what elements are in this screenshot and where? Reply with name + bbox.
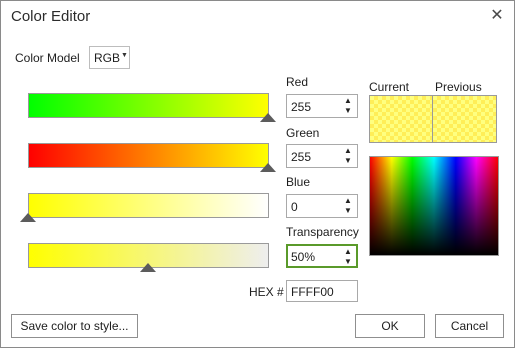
- green-slider-thumb[interactable]: [260, 163, 276, 172]
- decrement-icon[interactable]: ▼: [343, 156, 353, 165]
- green-value: 255: [291, 150, 312, 164]
- blue-slider-thumb[interactable]: [20, 213, 36, 222]
- transparency-slider-thumb[interactable]: [140, 263, 156, 272]
- blue-value: 0: [291, 200, 298, 214]
- decrement-icon[interactable]: ▼: [343, 106, 353, 115]
- hex-label: HEX #: [249, 285, 284, 299]
- previous-color-swatch[interactable]: [433, 95, 497, 143]
- increment-icon[interactable]: ▲: [343, 146, 353, 155]
- color-model-value: RGB: [94, 51, 121, 65]
- green-spinbox[interactable]: 255 ▲ ▼: [286, 144, 358, 168]
- red-slider-thumb[interactable]: [260, 113, 276, 122]
- red-value: 255: [291, 100, 312, 114]
- chevron-down-icon: ▼: [121, 52, 128, 59]
- decrement-icon[interactable]: ▼: [343, 257, 353, 266]
- color-model-dropdown[interactable]: RGB ▼: [89, 46, 130, 69]
- ok-button[interactable]: OK: [355, 314, 425, 338]
- green-label: Green: [286, 126, 320, 140]
- red-slider[interactable]: [28, 93, 269, 118]
- current-color-swatch: [369, 95, 433, 143]
- color-spectrum-picker[interactable]: [369, 156, 499, 256]
- dialog-title: Color Editor: [11, 8, 91, 25]
- increment-icon[interactable]: ▲: [343, 196, 353, 205]
- green-slider[interactable]: [28, 143, 269, 168]
- transparency-value: 50%: [291, 250, 316, 264]
- color-model-label: Color Model: [15, 51, 80, 65]
- previous-label: Previous: [435, 80, 482, 94]
- title-bar: Color Editor ✕: [1, 1, 514, 31]
- color-editor-dialog: Color Editor ✕ Color Model RGB ▼ Red 255…: [0, 0, 515, 348]
- transparency-spinbox[interactable]: 50% ▲ ▼: [286, 244, 358, 268]
- hex-input[interactable]: FFFF00: [286, 280, 358, 302]
- close-icon[interactable]: ✕: [488, 7, 506, 25]
- increment-icon[interactable]: ▲: [343, 247, 353, 256]
- decrement-icon[interactable]: ▼: [343, 206, 353, 215]
- red-spinbox[interactable]: 255 ▲ ▼: [286, 94, 358, 118]
- hex-value: FFFF00: [291, 285, 334, 299]
- current-label: Current: [369, 80, 410, 94]
- blue-label: Blue: [286, 175, 311, 189]
- cancel-button[interactable]: Cancel: [435, 314, 504, 338]
- blue-spinbox[interactable]: 0 ▲ ▼: [286, 194, 358, 218]
- save-color-to-style-button[interactable]: Save color to style...: [11, 314, 138, 338]
- blue-slider[interactable]: [28, 193, 269, 218]
- increment-icon[interactable]: ▲: [343, 96, 353, 105]
- red-label: Red: [286, 75, 309, 89]
- transparency-label: Transparency: [286, 225, 359, 239]
